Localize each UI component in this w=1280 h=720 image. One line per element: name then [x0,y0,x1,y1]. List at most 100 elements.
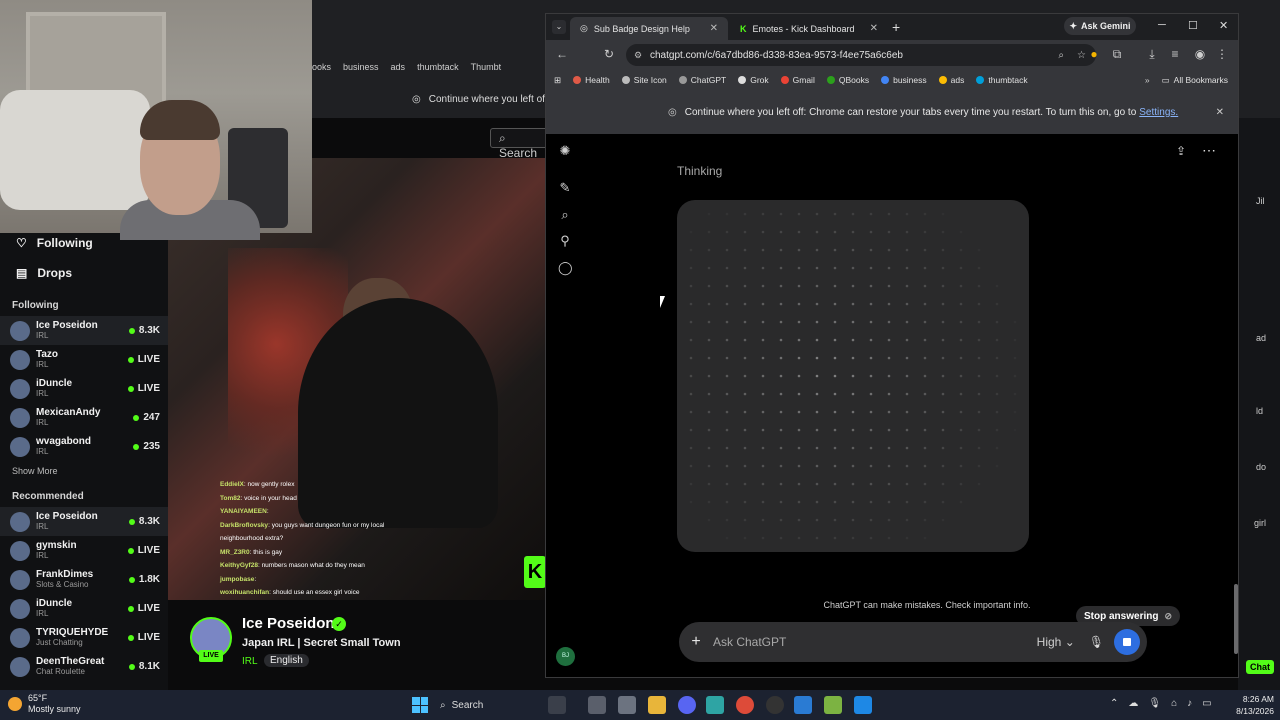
tab-search-icon[interactable]: ⌄ [552,20,566,34]
openai-logo-icon[interactable]: ✺ [558,144,572,158]
ask-gemini-button[interactable]: ✦ Ask Gemini [1064,17,1136,35]
add-attachment-icon[interactable]: + [679,633,713,651]
bg-bookmark[interactable]: ads [391,62,406,72]
mic-tray-icon[interactable]: 🎙 [1148,698,1161,709]
bg-bookmark[interactable]: thumbtack [417,62,459,72]
maximize-icon[interactable]: ☐ [1188,19,1198,32]
minimize-icon[interactable]: ─ [1158,19,1166,31]
back-arrow-icon[interactable]: ← [554,47,570,61]
channel-row[interactable]: DeenTheGreat Chat Roulette 8.1K [0,652,168,681]
windows-start-icon[interactable] [412,697,428,713]
extensions-puzzle-icon[interactable]: ⧉ [1109,47,1125,62]
tab-emotes[interactable]: K Emotes - Kick Dashboard ✕ [730,17,888,40]
weather-widget[interactable]: 65°F Mostly sunny [8,693,81,715]
bg-bookmark[interactable]: Thumbt [471,62,502,72]
discord-icon[interactable] [678,696,696,714]
stack-app-icon[interactable] [824,696,842,714]
stream-language-tag[interactable]: English [264,654,309,667]
channel-row[interactable]: gymskin IRL LIVE [0,536,168,565]
menu-kebab-icon[interactable]: ⋮ [1214,47,1230,61]
pin-icon[interactable]: ⚲ [558,234,572,248]
apps-grid-icon[interactable]: ⊞ [554,75,561,86]
close-infobar-icon[interactable]: ✕ [1216,107,1224,118]
chat-bubble-icon[interactable]: ◯ [558,261,573,275]
chat-button[interactable]: Chat [1246,660,1274,674]
media-icon[interactable]: ≡ [1167,47,1183,61]
chat-username[interactable]: DarkBroflovsky [220,522,268,529]
user-avatar[interactable]: BJ [556,647,575,666]
bookmark-star-icon[interactable]: ☆ [1077,50,1086,61]
channel-row[interactable]: TYRIQUEHYDE Just Chatting LIVE [0,623,168,652]
tray-chevron-icon[interactable]: ⌃ [1110,698,1118,709]
taskbar-clock[interactable]: 8:26 AM 8/13/2026 [1210,693,1274,717]
chat-username[interactable]: Tom82 [220,495,240,502]
paint-app-icon[interactable] [854,696,872,714]
app-icon[interactable] [706,696,724,714]
chat-username[interactable]: woxihuanchifan [220,589,269,596]
address-bar[interactable]: ⚙ chatgpt.com/c/6a7dbd86-d338-83ea-9573-… [626,44,1096,66]
channel-row[interactable]: iDuncle IRL LIVE [0,594,168,623]
channel-row[interactable]: Tazo IRL LIVE [0,345,168,374]
all-bookmarks-folder[interactable]: ▭ All Bookmarks [1162,75,1228,86]
close-window-icon[interactable]: ✕ [1219,19,1228,32]
bookmark-health[interactable]: Health [573,75,610,85]
chat-username[interactable]: KeithyGyf28 [220,562,258,569]
bookmark-qbooks[interactable]: QBooks [826,75,869,85]
bookmark-grok[interactable]: Grok [738,75,769,85]
site-info-icon[interactable]: ⚙ [634,50,642,61]
channel-row[interactable]: MexicanAndy IRL 247 [0,403,168,432]
more-options-icon[interactable]: ⋯ [1202,142,1216,159]
stop-generating-button[interactable] [1114,629,1140,655]
stream-category[interactable]: IRL [242,656,258,667]
chat-username[interactable]: MR_Z3R0 [220,549,250,556]
channel-row[interactable]: FrankDimes Slots & Casino 1.8K [0,565,168,594]
reasoning-level-select[interactable]: High ⌄ [1037,635,1075,649]
network-icon[interactable]: ⌂ [1171,698,1177,709]
tab-sub-badge[interactable]: ◎ Sub Badge Design Help ✕ [570,17,728,40]
channel-row[interactable]: Ice Poseidon IRL 8.3K [0,507,168,536]
streamer-name[interactable]: Ice Poseidon [242,615,335,632]
bookmark-chatgpt[interactable]: ChatGPT [678,75,726,85]
task-view-icon[interactable] [588,696,606,714]
bg-bookmark[interactable]: ooks [312,62,331,72]
volume-icon[interactable]: ♪ [1187,698,1192,709]
new-chat-icon[interactable]: ✎ [558,181,572,195]
chrome-taskbar-icon[interactable] [736,696,754,714]
close-tab-icon[interactable]: ✕ [870,23,878,34]
channel-row[interactable]: iDuncle IRL LIVE [0,374,168,403]
chat-username[interactable]: jumpobase [220,576,254,583]
taskbar-search[interactable]: ⌕ Search [440,696,540,714]
github-icon[interactable] [766,696,784,714]
microphone-icon[interactable]: 🎙 [1089,635,1104,649]
widgets-app-icon[interactable] [548,696,566,714]
scrollbar[interactable] [1234,584,1238,654]
download-icon[interactable]: ⤓ [1144,47,1160,62]
profile-icon[interactable]: ◉ [1192,47,1208,61]
bg-bookmark[interactable]: business [343,62,379,72]
search-icon[interactable]: ⌕ [558,208,572,222]
cloud-icon[interactable]: ☁ [1128,698,1138,709]
chat-username[interactable]: YANAIYAMEEN [220,508,267,515]
more-bookmarks-icon[interactable]: » [1145,75,1150,85]
file-explorer-icon[interactable] [648,696,666,714]
new-tab-button[interactable]: + [892,19,900,35]
extension-icon[interactable]: ● [1086,47,1102,61]
bookmark-gmail[interactable]: Gmail [780,75,815,85]
calculator-icon[interactable] [794,696,812,714]
bookmark-ads[interactable]: ads [938,75,964,85]
channel-row[interactable]: wvagabond IRL 235 [0,432,168,461]
zoom-icon[interactable]: ⌕ [1058,50,1064,61]
chat-username[interactable]: EddieIX [220,481,244,488]
reload-icon[interactable]: ↻ [601,47,617,61]
kick-search-input[interactable]: ⌕ Search [490,128,550,160]
close-tab-icon[interactable]: ✕ [710,23,718,34]
bookmark-site-icon[interactable]: Site Icon [621,75,667,85]
notepad-app-icon[interactable] [618,696,636,714]
share-icon[interactable]: ⇪ [1176,144,1186,158]
settings-link[interactable]: Settings. [1139,107,1178,118]
bookmark-thumbtack[interactable]: thumbtack [976,75,1028,85]
show-more-link[interactable]: Show More [0,461,168,481]
composer-input[interactable] [713,635,1037,649]
nav-drops[interactable]: ▤ Drops [0,258,168,288]
channel-row[interactable]: Ice Poseidon IRL 8.3K [0,316,168,345]
